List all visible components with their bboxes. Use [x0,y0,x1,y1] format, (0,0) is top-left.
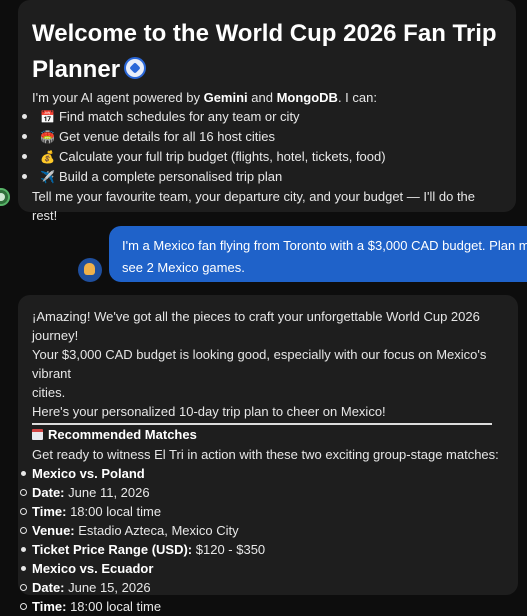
airplane-icon: ✈️ [40,170,55,184]
welcome-outro: Tell me your favourite team, your depart… [32,189,476,223]
match-detail: Date: June 15, 2026 [20,578,504,597]
welcome-intro: I'm your AI agent powered by Gemini and … [32,88,502,107]
detail-label: Time: [32,504,67,519]
brand-mongodb: MongoDB [276,90,338,105]
section-intro: Get ready to witness El Tri in action wi… [32,447,499,462]
match-detail: Venue: Estadio Azteca, Mexico City [20,521,504,540]
detail-label: Venue: [32,523,75,538]
list-item: ✈️ Build a complete personalised trip pla… [22,167,502,187]
match-detail: Time: 18:00 local time [20,597,504,616]
capability-text: Find match schedules for any team or cit… [58,109,300,124]
match-detail: Date: June 11, 2026 [20,483,504,502]
stadium-icon: 🏟️ [40,130,55,144]
detail-label: Time: [32,599,67,614]
user-message-line: I'm a Mexico fan flying from Toronto wit… [122,238,527,253]
detail-value: $120 - $350 [195,542,266,557]
detail-value: June 11, 2026 [68,485,150,500]
response-paragraph: ¡Amazing! We've got all the pieces to cr… [32,309,480,343]
money-bag-icon: 💰 [40,150,55,164]
detail-label: Ticket Price Range (USD): [32,542,193,557]
welcome-message: Welcome to the World Cup 2026 Fan Trip P… [18,0,516,223]
match-name: Mexico vs. Poland [21,464,504,483]
match-title: Mexico vs. Poland [32,466,145,481]
response-paragraph: Your $3,000 CAD budget is looking good, … [32,347,487,381]
response-paragraph: cities. [32,385,66,400]
section-heading: Recommended Matches [32,425,504,445]
match-title: Mexico vs. Ecuador [32,561,154,576]
user-message-bubble: I'm a Mexico fan flying from Toronto wit… [109,226,527,282]
detail-value: 18:00 local time [70,599,162,614]
detail-label: Date: [32,580,65,595]
response-paragraph: Here's your personalized 10-day trip pla… [32,404,386,419]
detail-label: Date: [32,485,65,500]
brand-gemini: Gemini [203,90,248,105]
assistant-avatar [0,188,10,206]
intro-and: and [247,90,277,105]
list-item: 📅 Find match schedules for any team or ci… [22,107,502,127]
user-avatar [78,258,102,282]
capability-text: Get venue details for all 16 host cities [58,129,276,144]
detail-value: Estadio Azteca, Mexico City [78,523,239,538]
match-name: Mexico vs. Ecuador [21,559,504,578]
detail-value: 18:00 local time [70,504,162,519]
matches-list: Mexico vs. Poland Date: June 11, 2026 Ti… [20,464,504,616]
intro-suffix: . I can: [337,90,377,105]
capability-text: Build a complete personalised trip plan [58,169,283,184]
section-title: Recommended Matches [48,427,197,442]
capability-text: Calculate your full trip budget (flights… [58,149,386,164]
capabilities-list: 📅 Find match schedules for any team or ci… [22,107,502,187]
list-item: 💰 Calculate your full trip budget (flight… [22,147,502,167]
match-detail: Time: 18:00 local time [20,502,504,521]
user-message-line: see 2 Mexico games. [122,260,245,275]
calendar-icon [32,429,43,440]
match-detail: Ticket Price Range (USD): $120 - $350 [21,540,504,559]
welcome-title: Welcome to the World Cup 2026 Fan Trip P… [32,16,502,88]
list-item: 🏟️ Get venue details for all 16 host citi… [22,127,502,147]
welcome-title-text: Welcome to the World Cup 2026 Fan Trip P… [32,20,497,83]
soccer-ball-icon [124,57,147,79]
intro-prefix: I'm your AI agent powered by [32,90,204,105]
detail-value: June 15, 2026 [68,580,151,595]
assistant-response: ¡Amazing! We've got all the pieces to cr… [18,295,518,614]
calendar-icon: 📅 [40,110,55,124]
